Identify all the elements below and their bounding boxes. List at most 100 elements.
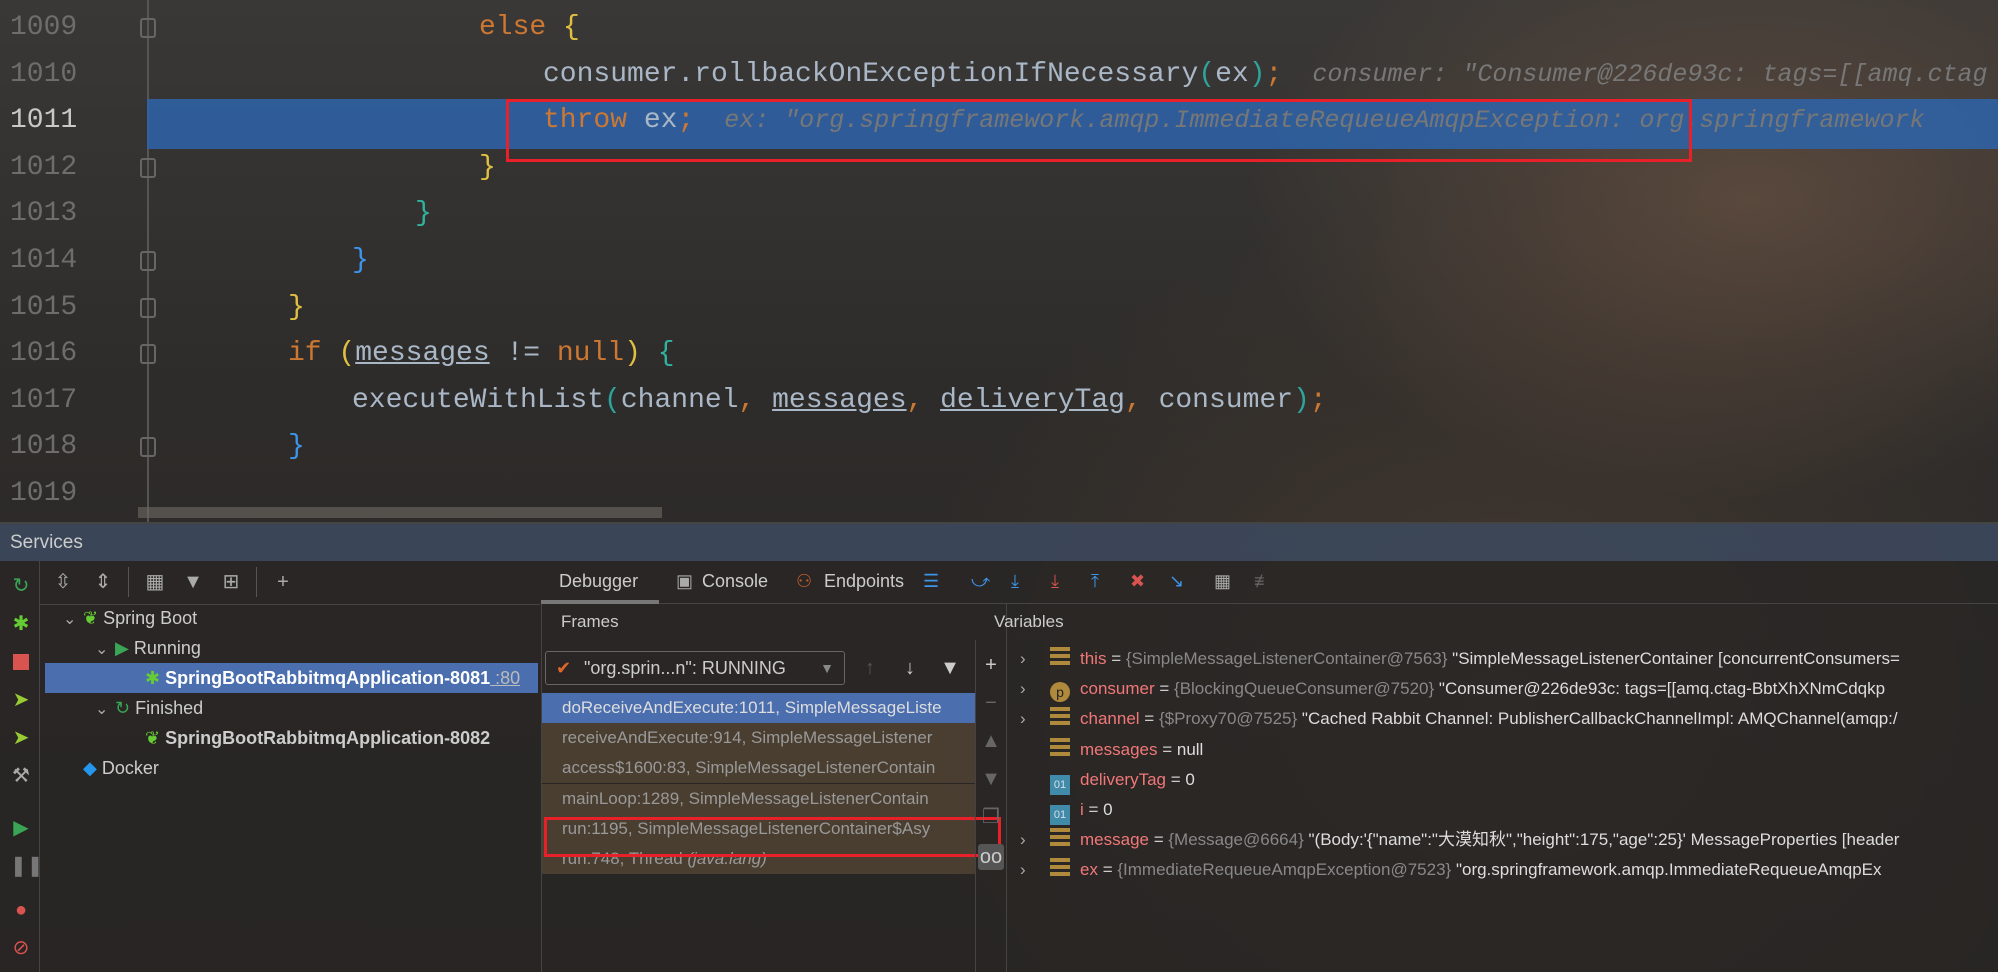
stack-frame[interactable]: doReceiveAndExecute:1011, SimpleMessageL… <box>542 693 975 723</box>
code-token: ) <box>1293 384 1310 416</box>
debug-spring-icon[interactable]: ➤ <box>10 727 32 749</box>
resume-icon[interactable]: ▶ <box>10 817 32 839</box>
mute-breakpoints-icon[interactable]: ⊘ <box>10 937 32 959</box>
step-over-icon[interactable]: ⤓ <box>1011 571 1019 592</box>
variable-row[interactable]: 01 deliveryTag = 0 <box>1020 765 1195 795</box>
variable-row[interactable]: › p consumer = {BlockingQueueConsumer@7520… <box>1020 674 1885 704</box>
move-down-icon[interactable]: ▼ <box>978 766 1004 792</box>
code-line: } <box>479 145 496 191</box>
chevron-down-icon[interactable]: ⌄ <box>95 635 115 665</box>
variable-row[interactable]: messages = null <box>1020 735 1203 765</box>
show-execution-point-icon[interactable]: ⤻ <box>971 571 990 592</box>
fold-marker-icon[interactable] <box>140 18 156 38</box>
filter-icon[interactable]: ▼ <box>180 569 206 595</box>
variable-row[interactable]: › message = {Message@6664} "(Body:'{"name… <box>1020 825 1899 855</box>
fold-marker-icon[interactable] <box>140 437 156 458</box>
collapse-all-icon[interactable]: ⇕ <box>90 569 116 595</box>
evaluate-expression-icon[interactable]: ▦ <box>1214 571 1231 592</box>
copy-icon[interactable]: ❐ <box>978 804 1004 830</box>
move-up-icon[interactable]: ▲ <box>978 728 1004 754</box>
fold-marker-icon[interactable] <box>140 251 156 271</box>
variable-name: ex <box>1080 860 1098 880</box>
code-token: else <box>479 12 564 43</box>
variable-name: consumer <box>1080 679 1155 699</box>
console-icon: ▣ <box>676 571 694 591</box>
code-token: } <box>415 198 432 230</box>
code-token: , <box>738 384 773 416</box>
expand-all-icon[interactable]: ⇳ <box>50 569 76 595</box>
thread-select[interactable]: ✔ "org.sprin...n": RUNNING ▼ <box>545 651 845 685</box>
tree-item[interactable]: ⌄ ❦ Spring Boot <box>45 603 538 633</box>
code-line: executeWithList(channel, messages, deliv… <box>352 378 1327 424</box>
fold-marker-icon[interactable] <box>140 157 156 178</box>
rerun-debug-icon[interactable]: ✱ <box>10 613 32 635</box>
chevron-down-icon[interactable]: ⌄ <box>95 695 115 725</box>
line-number: 1011 <box>10 105 78 137</box>
run-to-cursor-icon[interactable]: ↘ <box>1169 571 1184 592</box>
tree-item[interactable]: ✱ SpringBootRabbitmqApplication-8081 :80 <box>45 663 538 693</box>
variable-row[interactable]: › channel = {$Proxy70@7525} "Cached Rabbi… <box>1020 704 1898 734</box>
new-tab-icon[interactable]: ⊞ <box>218 569 244 595</box>
tree-item[interactable]: ⌄ ▶ Running <box>45 633 538 663</box>
expand-arrow-icon[interactable]: › <box>1020 704 1050 734</box>
thread-select-value: "org.sprin...n": RUNNING <box>584 658 786 678</box>
frames-filter-icon[interactable]: ▼ <box>937 655 963 681</box>
trace-icon[interactable]: ≢ <box>1254 571 1272 592</box>
fold-marker-icon[interactable] <box>140 297 156 318</box>
expand-arrow-icon[interactable]: › <box>1020 855 1050 885</box>
services-title: Services <box>10 532 83 553</box>
variable-row[interactable]: 01 i = 0 <box>1020 795 1113 825</box>
line-number: 1015 <box>10 291 78 323</box>
wrench-icon[interactable]: ⚒ <box>10 765 32 787</box>
stop-icon[interactable] <box>10 651 32 673</box>
field-icon <box>1050 647 1070 667</box>
stack-frame[interactable]: receiveAndExecute:914, SimpleMessageList… <box>542 723 975 754</box>
variable-row[interactable]: › this = {SimpleMessageListenerContainer@… <box>1020 644 1900 674</box>
editor-horizontal-scrollbar[interactable] <box>138 507 662 518</box>
stack-frame[interactable]: access$1600:83, SimpleMessageListenerCon… <box>542 753 975 784</box>
run-icon: ▶ <box>115 638 129 658</box>
add-service-icon[interactable]: + <box>270 569 296 595</box>
variable-value: "Cached Rabbit Channel: PublisherCallbac… <box>1301 709 1898 729</box>
code-token: null <box>556 338 625 370</box>
equals-sign: = <box>1083 800 1104 819</box>
inline-debug-value: consumer: "Consumer@226de93c: tags=[[amq… <box>1282 59 1988 89</box>
variable-value: 0 <box>1185 769 1195 789</box>
port-link[interactable]: :80 <box>490 668 520 688</box>
tree-item[interactable]: ◆ Docker <box>45 753 538 783</box>
expand-arrow-icon[interactable]: › <box>1020 825 1050 855</box>
tree-item[interactable]: ⌄ ↻ Finished <box>45 693 538 723</box>
group-by-icon[interactable]: ▦ <box>142 569 168 595</box>
code-editor[interactable]: 1009 else {1010 consumer.rollbackOnExcepti… <box>0 0 1998 522</box>
previous-frame-icon[interactable]: ↑ <box>857 655 883 681</box>
expand-arrow-icon[interactable]: › <box>1020 644 1050 674</box>
pause-icon[interactable]: ❚❚ <box>10 855 44 877</box>
drop-frame-icon[interactable]: ✖ <box>1130 571 1145 592</box>
step-out-icon[interactable]: ⤒ <box>1091 571 1099 592</box>
chevron-down-icon[interactable]: ⌄ <box>63 605 83 635</box>
show-watches-icon[interactable]: oo <box>978 844 1004 870</box>
rerun-icon[interactable]: ↻ <box>10 575 32 597</box>
layout-icon[interactable]: ☰ <box>923 571 939 592</box>
remove-watch-icon[interactable]: − <box>978 690 1004 716</box>
next-frame-icon[interactable]: ↓ <box>897 655 923 681</box>
tab-endpoints[interactable]: Endpoints <box>824 571 904 592</box>
fold-marker-icon[interactable] <box>140 344 156 365</box>
docker-icon: ◆ <box>83 758 97 778</box>
code-line: consumer.rollbackOnExceptionIfNecessary(… <box>543 52 1987 98</box>
code-line: } <box>288 285 305 331</box>
run-spring-icon[interactable]: ➤ <box>10 689 32 711</box>
tree-item[interactable]: ❦ SpringBootRabbitmqApplication-8082 <box>45 723 538 753</box>
code-token: } <box>288 431 305 463</box>
tab-debugger[interactable]: Debugger <box>559 571 638 592</box>
stack-frame[interactable]: mainLoop:1289, SimpleMessageListenerCont… <box>542 783 975 814</box>
expand-arrow-icon[interactable]: › <box>1020 674 1050 704</box>
variable-row[interactable]: › ex = {ImmediateRequeueAmqpException@752… <box>1020 855 1882 885</box>
spring-boot-icon: ❦ <box>83 608 99 628</box>
add-watch-icon[interactable]: + <box>978 652 1004 678</box>
tab-console[interactable]: Console <box>702 571 768 592</box>
view-breakpoints-icon[interactable]: ● <box>10 899 32 921</box>
code-token: } <box>288 291 305 323</box>
force-step-into-icon[interactable]: ⤓ <box>1051 571 1059 592</box>
variable-name: deliveryTag <box>1080 769 1166 789</box>
